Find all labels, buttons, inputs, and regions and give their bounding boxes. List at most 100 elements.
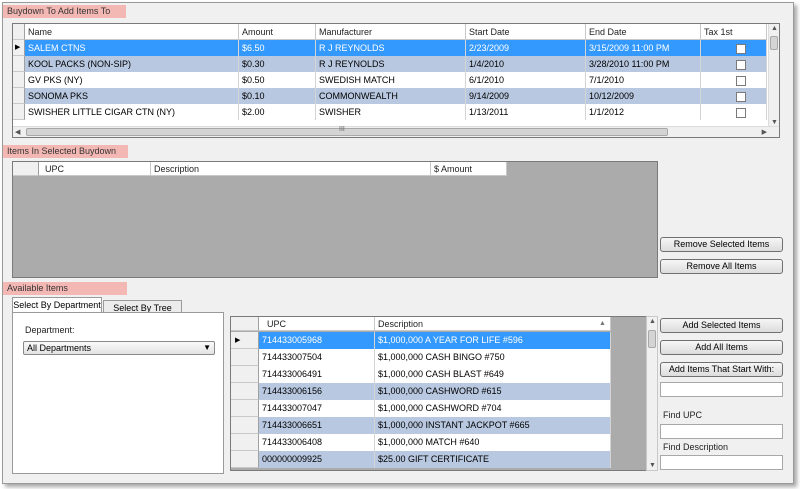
cell-upc: 000000009925 <box>259 451 375 468</box>
scroll-down-icon[interactable]: ▼ <box>649 462 656 469</box>
cell-end: 7/1/2010 <box>586 72 701 88</box>
col-manufacturer[interactable]: Manufacturer <box>316 24 466 40</box>
row-header[interactable]: ▶ <box>231 332 259 349</box>
table-row[interactable]: KOOL PACKS (NON-SIP) $0.30 R J REYNOLDS 1/4… <box>13 56 767 72</box>
tax-1st-checkbox[interactable] <box>736 108 746 118</box>
row-header[interactable] <box>231 451 259 468</box>
tax-1st-checkbox[interactable] <box>736 44 746 54</box>
table-row[interactable]: SWISHER LITTLE CIGAR CTN (NY) $2.00 SWISHE… <box>13 104 767 120</box>
cell-description: $1,000,000 MATCH #640 <box>375 434 611 451</box>
cell-description: $1,000,000 INSTANT JACKPOT #665 <box>375 417 611 434</box>
row-pointer-icon: ▶ <box>235 337 241 344</box>
buydown-grid[interactable]: Name Amount Manufacturer Start Date End … <box>12 23 780 138</box>
row-header[interactable]: ▶ <box>13 40 25 56</box>
row-header[interactable] <box>13 72 25 88</box>
cell-amount: $0.30 <box>239 56 316 72</box>
table-row[interactable]: 714433007047 $1,000,000 CASHWORD #704 <box>231 400 611 417</box>
cell-manufacturer: SWEDISH MATCH <box>316 72 466 88</box>
row-header[interactable] <box>231 400 259 417</box>
department-select[interactable]: All Departments ▼ <box>23 341 215 355</box>
hscroll-thumb[interactable]: III <box>26 126 668 136</box>
table-row[interactable]: ▶ SALEM CTNS $6.50 R J REYNOLDS 2/23/2009 3/1… <box>13 40 767 56</box>
tab-select-by-department[interactable]: Select By Department <box>12 297 102 313</box>
cell-name: KOOL PACKS (NON-SIP) <box>25 56 239 72</box>
available-grid[interactable]: UPC Description ▲ ▶ 714433005968 $1,000,00… <box>230 316 657 471</box>
cell-upc: 714433007504 <box>259 349 375 366</box>
department-panel: Department: All Departments ▼ <box>12 312 224 474</box>
buydown-vscroll[interactable]: ▲ ▼ <box>768 24 779 127</box>
add-items-start-with-button[interactable]: Add Items That Start With: <box>660 362 783 377</box>
row-header[interactable] <box>231 366 259 383</box>
cell-description: $1,000,000 CASHWORD #704 <box>375 400 611 417</box>
row-header[interactable] <box>231 383 259 400</box>
table-row[interactable]: 714433006651 $1,000,000 INSTANT JACKPOT #… <box>231 417 611 434</box>
table-row[interactable]: 714433006491 $1,000,000 CASH BLAST #649 <box>231 366 611 383</box>
find-description-input[interactable] <box>660 455 783 470</box>
hscroll-grip: III <box>339 126 345 133</box>
available-grid-header: UPC Description ▲ <box>231 317 611 331</box>
tax-1st-checkbox[interactable] <box>736 60 746 70</box>
cell-name: GV PKS (NY) <box>25 72 239 88</box>
scroll-thumb[interactable] <box>648 330 656 348</box>
cell-upc: 714433007047 <box>259 400 375 417</box>
table-row[interactable]: GV PKS (NY) $0.50 SWEDISH MATCH 6/1/2010 7/1… <box>13 72 767 88</box>
cell-description: $1,000,000 CASH BINGO #750 <box>375 349 611 366</box>
col-description[interactable]: Description <box>375 317 611 331</box>
scroll-left-icon[interactable]: ◀ <box>15 128 20 136</box>
row-header-corner <box>13 24 25 40</box>
cell-upc: 714433006408 <box>259 434 375 451</box>
table-row[interactable]: 714433007504 $1,000,000 CASH BINGO #750 <box>231 349 611 366</box>
table-row[interactable]: 000000009925 $25.00 GIFT CERTIFICATE <box>231 451 611 468</box>
col-start-date[interactable]: Start Date <box>466 24 586 40</box>
scroll-up-icon[interactable]: ▲ <box>771 25 778 32</box>
available-vscroll[interactable]: ▲ ▼ <box>646 316 658 471</box>
cell-end: 3/28/2010 11:00 PM <box>586 56 701 72</box>
items-grid[interactable]: UPC Description $ Amount <box>12 161 658 278</box>
tax-1st-checkbox[interactable] <box>736 76 746 86</box>
buydown-hscroll[interactable]: ◀ III ▶ <box>13 126 779 137</box>
table-row[interactable]: 714433006408 $1,000,000 MATCH #640 <box>231 434 611 451</box>
cell-description: $1,000,000 A YEAR FOR LIFE #596 <box>375 332 611 349</box>
find-upc-input[interactable] <box>660 424 783 439</box>
add-selected-button[interactable]: Add Selected Items <box>660 318 783 333</box>
cell-end: 1/1/2012 <box>586 104 701 120</box>
col-amount[interactable]: $ Amount <box>431 162 507 176</box>
cell-amount: $0.10 <box>239 88 316 104</box>
table-row[interactable]: ▶ 714433005968 $1,000,000 A YEAR FOR LIFE … <box>231 332 611 349</box>
row-header[interactable] <box>13 88 25 104</box>
row-header[interactable] <box>13 56 25 72</box>
row-header-corner <box>231 317 259 331</box>
sort-ascending-icon: ▲ <box>599 320 606 327</box>
scroll-thumb[interactable] <box>770 36 778 50</box>
scroll-down-icon[interactable]: ▼ <box>771 119 778 126</box>
cell-start: 6/1/2010 <box>466 72 586 88</box>
table-row[interactable]: SONOMA PKS $0.10 COMMONWEALTH 9/14/2009 10/1… <box>13 88 767 104</box>
add-all-button[interactable]: Add All Items <box>660 340 783 355</box>
col-end-date[interactable]: End Date <box>586 24 701 40</box>
start-with-input[interactable] <box>660 382 783 397</box>
chevron-down-icon[interactable]: ▼ <box>203 343 211 352</box>
remove-all-button[interactable]: Remove All Items <box>660 259 783 274</box>
col-upc[interactable]: UPC <box>39 162 151 176</box>
row-header[interactable] <box>231 417 259 434</box>
scroll-right-icon[interactable]: ▶ <box>762 128 767 136</box>
col-upc[interactable]: UPC <box>259 317 375 331</box>
col-description[interactable]: Description <box>151 162 431 176</box>
cell-upc: 714433006651 <box>259 417 375 434</box>
row-header[interactable] <box>13 104 25 120</box>
row-header[interactable] <box>231 434 259 451</box>
remove-selected-button[interactable]: Remove Selected Items <box>660 237 783 252</box>
cell-upc: 714433006156 <box>259 383 375 400</box>
cell-manufacturer: R J REYNOLDS <box>316 56 466 72</box>
col-name[interactable]: Name <box>25 24 239 40</box>
tax-1st-checkbox[interactable] <box>736 92 746 102</box>
table-row[interactable]: 714433006156 $1,000,000 CASHWORD #615 <box>231 383 611 400</box>
col-amount[interactable]: Amount <box>239 24 316 40</box>
cell-start: 1/4/2010 <box>466 56 586 72</box>
scroll-up-icon[interactable]: ▲ <box>649 318 656 325</box>
cell-tax-1st <box>701 88 767 104</box>
row-header[interactable] <box>231 349 259 366</box>
cell-upc: 714433005968 <box>259 332 375 349</box>
cell-name: SALEM CTNS <box>25 40 239 56</box>
col-tax-1st[interactable]: Tax 1st <box>701 24 767 40</box>
